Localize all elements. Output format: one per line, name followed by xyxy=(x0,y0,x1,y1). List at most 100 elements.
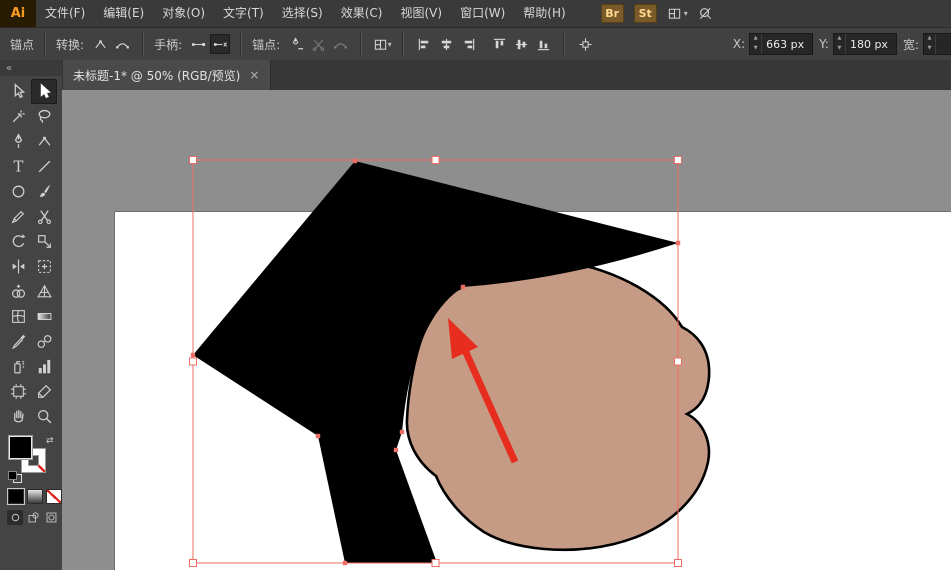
selection-handle[interactable] xyxy=(675,560,682,567)
menu-item[interactable]: 文字(T) xyxy=(214,0,273,27)
menu-item[interactable]: 视图(V) xyxy=(391,0,451,27)
ellipse-tool[interactable] xyxy=(5,179,31,204)
vertical-align-bottom-button[interactable] xyxy=(533,34,553,54)
head-shape[interactable] xyxy=(407,261,709,550)
gradient-color-button[interactable] xyxy=(27,489,43,504)
isolate-mode-dropdown[interactable]: ▾ xyxy=(372,34,392,54)
menu-item[interactable]: 效果(C) xyxy=(332,0,392,27)
width-field[interactable]: 宽: ▲▼ xyxy=(903,33,951,55)
y-label: Y: xyxy=(819,37,829,51)
draw-inside-button[interactable] xyxy=(43,510,59,525)
convert-to-smooth-button[interactable] xyxy=(112,34,132,54)
selection-handle[interactable] xyxy=(675,157,682,164)
width-tool[interactable] xyxy=(5,254,31,279)
line-segment-tool[interactable] xyxy=(31,154,57,179)
menu-item[interactable]: 文件(F) xyxy=(36,0,94,27)
x-label: X: xyxy=(733,37,745,51)
stock-badge[interactable]: St xyxy=(634,4,657,23)
pen-tool[interactable] xyxy=(5,129,31,154)
remove-anchor-button[interactable] xyxy=(286,34,306,54)
menu-item[interactable]: 对象(O) xyxy=(153,0,214,27)
vertical-align-top-button[interactable] xyxy=(489,34,509,54)
x-spin-buttons[interactable]: ▲▼ xyxy=(750,34,762,54)
artboard-tool[interactable] xyxy=(5,379,31,404)
vertical-align-middle-button[interactable] xyxy=(511,34,531,54)
hide-handles-button[interactable] xyxy=(210,34,230,54)
scissors-tool[interactable] xyxy=(31,204,57,229)
zoom-tool[interactable] xyxy=(31,404,57,429)
y-position-field[interactable]: Y: ▲▼180 px xyxy=(819,33,897,55)
selection-handle[interactable] xyxy=(432,560,439,567)
selection-handle[interactable] xyxy=(190,560,197,567)
convert-to-corner-button[interactable] xyxy=(90,34,110,54)
draw-normal-button[interactable] xyxy=(7,510,23,525)
perspective-grid-tool[interactable] xyxy=(31,279,57,304)
cut-path-button[interactable] xyxy=(308,34,328,54)
fill-color-button[interactable] xyxy=(8,489,24,504)
selection-tool[interactable] xyxy=(5,79,31,104)
y-spin-buttons[interactable]: ▲▼ xyxy=(834,34,846,54)
chevron-down-icon: ▾ xyxy=(684,9,688,18)
hand-tool[interactable] xyxy=(5,404,31,429)
rotate-tool[interactable] xyxy=(5,229,31,254)
eyedropper-tool[interactable] xyxy=(5,329,31,354)
fill-color-swatch[interactable] xyxy=(8,435,33,460)
tab-close-button[interactable]: × xyxy=(249,68,259,82)
free-transform-tool[interactable] xyxy=(31,254,57,279)
default-fill-stroke-icon[interactable] xyxy=(8,471,22,483)
menubar-items: 文件(F)编辑(E)对象(O)文字(T)选择(S)效果(C)视图(V)窗口(W)… xyxy=(36,0,575,27)
paintbrush-tool[interactable] xyxy=(31,179,57,204)
connect-path-button[interactable] xyxy=(330,34,350,54)
selection-handle[interactable] xyxy=(675,358,682,365)
document-tab[interactable]: 未标题-1* @ 50% (RGB/预览) × xyxy=(62,60,271,90)
arrange-documents-button[interactable]: ▾ xyxy=(667,6,688,21)
y-value[interactable]: 180 px xyxy=(846,34,896,54)
direct-selection-tool[interactable] xyxy=(31,79,57,104)
panel-collapse-button[interactable]: « xyxy=(0,60,62,76)
width-value[interactable] xyxy=(936,34,951,54)
pencil-tool[interactable] xyxy=(5,204,31,229)
blend-tool[interactable] xyxy=(31,329,57,354)
show-handles-button[interactable] xyxy=(188,34,208,54)
horizontal-align-center-button[interactable] xyxy=(436,34,456,54)
canvas-area[interactable] xyxy=(62,90,951,570)
selection-handle[interactable] xyxy=(190,157,197,164)
reference-point-button[interactable] xyxy=(575,34,595,54)
slice-tool[interactable] xyxy=(31,379,57,404)
horizontal-align-left-button[interactable] xyxy=(414,34,434,54)
search-disabled-icon[interactable] xyxy=(698,6,713,21)
selection-handle[interactable] xyxy=(190,358,197,365)
mesh-tool[interactable] xyxy=(5,304,31,329)
gradient-tool[interactable] xyxy=(31,304,57,329)
menu-item[interactable]: 选择(S) xyxy=(273,0,332,27)
width-spin-buttons[interactable]: ▲▼ xyxy=(924,34,936,54)
draw-modes-row xyxy=(0,504,62,525)
separator xyxy=(402,33,404,55)
x-value[interactable]: 663 px xyxy=(762,34,812,54)
document-tab-title: 未标题-1* @ 50% (RGB/预览) xyxy=(73,67,240,84)
magic-wand-tool[interactable] xyxy=(5,104,31,129)
symbol-sprayer-tool[interactable] xyxy=(5,354,31,379)
column-graph-tool[interactable] xyxy=(31,354,57,379)
convert-icons xyxy=(90,34,132,54)
none-color-button[interactable] xyxy=(46,489,62,504)
lasso-tool[interactable] xyxy=(31,104,57,129)
scale-tool[interactable] xyxy=(31,229,57,254)
menu-item[interactable]: 编辑(E) xyxy=(94,0,153,27)
separator xyxy=(360,33,362,55)
selection-handle[interactable] xyxy=(432,157,439,164)
control-title: 锚点 xyxy=(10,36,34,53)
bridge-badge[interactable]: Br xyxy=(601,4,624,23)
shape-builder-tool[interactable] xyxy=(5,279,31,304)
menu-item[interactable]: 帮助(H) xyxy=(514,0,574,27)
anchor-point-tool[interactable] xyxy=(31,129,57,154)
tools-grid xyxy=(0,76,62,429)
illustrator-window: Ai 文件(F)编辑(E)对象(O)文字(T)选择(S)效果(C)视图(V)窗口… xyxy=(0,0,951,570)
horizontal-align-right-button[interactable] xyxy=(458,34,478,54)
type-tool[interactable] xyxy=(5,154,31,179)
menu-item[interactable]: 窗口(W) xyxy=(451,0,514,27)
draw-behind-button[interactable] xyxy=(25,510,41,525)
x-position-field[interactable]: X: ▲▼663 px xyxy=(733,33,813,55)
convert-label: 转换: xyxy=(56,36,84,53)
swap-fill-stroke-icon[interactable]: ⇄ xyxy=(46,436,54,446)
